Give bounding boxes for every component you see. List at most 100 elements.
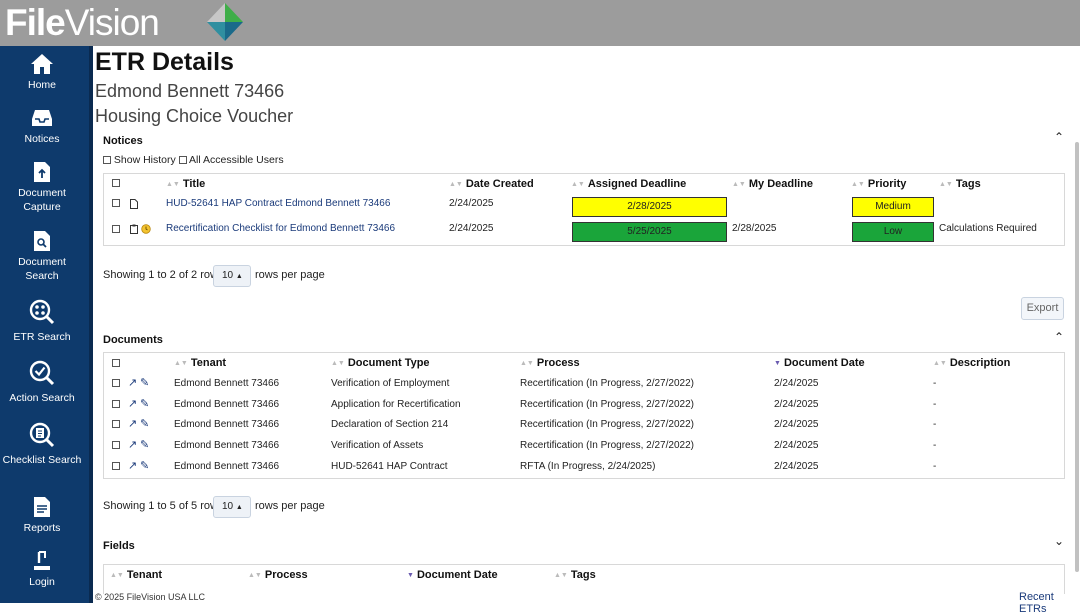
nav-notices-label: Notices — [24, 133, 60, 145]
notices-page-size-select[interactable]: 10 ▲ — [213, 265, 251, 287]
document-process: Recertification (In Progress, 2/27/2022) — [520, 419, 694, 430]
document-type: HUD-52641 HAP Contract — [331, 461, 448, 472]
recent-etrs-link[interactable]: Recent ETRs — [1019, 591, 1080, 615]
document-row-checkbox[interactable] — [112, 420, 120, 428]
open-external-icon[interactable]: ↗ — [128, 397, 137, 410]
edit-icon[interactable]: ✎ — [140, 438, 149, 451]
document-process: RFTA (In Progress, 2/24/2025) — [520, 461, 656, 472]
table-row[interactable]: ↗ ✎ Edmond Bennett 73466 Declaration of … — [104, 416, 1064, 436]
edit-icon[interactable]: ✎ — [140, 376, 149, 389]
edit-icon[interactable]: ✎ — [140, 417, 149, 430]
caret-up-icon: ▲ — [235, 273, 243, 280]
documents-select-all-checkbox[interactable] — [112, 359, 120, 367]
edit-icon[interactable]: ✎ — [140, 397, 149, 410]
documents-col-document-type[interactable]: ▲▼ Document Type — [331, 357, 430, 369]
page-scrollbar[interactable] — [1074, 128, 1080, 588]
all-users-checkbox[interactable] — [178, 156, 187, 165]
notices-col-date-created-label: Date Created — [465, 178, 534, 190]
document-row-checkbox[interactable] — [112, 400, 120, 408]
export-button[interactable]: Export — [1021, 297, 1064, 320]
brand-logo[interactable]: FileVision — [5, 1, 160, 45]
document-icon[interactable] — [130, 199, 138, 209]
document-process: Recertification (In Progress, 2/27/2022) — [520, 440, 694, 451]
notice-title-link[interactable]: HUD-52641 HAP Contract Edmond Bennett 73… — [166, 198, 390, 209]
priority-badge: Medium — [852, 197, 934, 217]
documents-page-size-select[interactable]: 10 ▲ — [213, 496, 251, 518]
sort-icon: ▲▼ — [166, 181, 180, 188]
documents-collapse-chevron-up-icon[interactable]: ⌃ — [1054, 330, 1064, 344]
document-tenant: Edmond Bennett 73466 — [174, 461, 280, 472]
table-row[interactable]: ↗ ✎ Edmond Bennett 73466 HUD-52641 HAP C… — [104, 458, 1064, 478]
document-tenant: Edmond Bennett 73466 — [174, 399, 280, 410]
open-external-icon[interactable]: ↗ — [128, 417, 137, 430]
clipboard-icon[interactable] — [130, 224, 138, 234]
notice-row-checkbox[interactable] — [112, 199, 120, 207]
notices-table: ▲▼ Title ▲▼ Date Created ▲▼ Assigned Deadli… — [103, 173, 1065, 246]
notices-collapse-chevron-up-icon[interactable]: ⌃ — [1054, 130, 1064, 144]
logo-diamond-icon — [207, 3, 243, 41]
fields-col-tags[interactable]: ▲▼ Tags — [554, 569, 596, 581]
notices-col-assigned-deadline[interactable]: ▲▼ Assigned Deadline — [571, 178, 686, 190]
open-external-icon[interactable]: ↗ — [128, 459, 137, 472]
document-row-checkbox[interactable] — [112, 441, 120, 449]
table-row[interactable]: ↗ ✎ Edmond Bennett 73466 Verification of… — [104, 437, 1064, 457]
assigned-deadline-badge: 2/28/2025 — [572, 197, 727, 217]
nav-etr-search-label: ETR Search — [13, 331, 71, 343]
document-row-checkbox[interactable] — [112, 379, 120, 387]
documents-rows-per-page: rows per page — [255, 500, 325, 512]
documents-table: ▲▼ Tenant ▲▼ Document Type ▲▼ Process ▼ Docu… — [103, 352, 1065, 479]
document-process: Recertification (In Progress, 2/27/2022) — [520, 378, 694, 389]
notice-title-link[interactable]: Recertification Checklist for Edmond Ben… — [166, 223, 395, 234]
notices-col-my-deadline-label: My Deadline — [748, 178, 814, 190]
clock-warning-icon[interactable] — [141, 224, 151, 234]
documents-col-description[interactable]: ▲▼ Description — [933, 357, 1010, 369]
sort-icon: ▲▼ — [174, 360, 188, 367]
sort-icon: ▲▼ — [248, 572, 262, 579]
documents-col-process[interactable]: ▲▼ Process — [520, 357, 580, 369]
scrollbar-thumb[interactable] — [1075, 142, 1079, 572]
checklist-search-icon — [29, 422, 55, 448]
table-row[interactable]: ↗ ✎ Edmond Bennett 73466 Application for… — [104, 396, 1064, 416]
notices-col-date-created[interactable]: ▲▼ Date Created — [449, 178, 534, 190]
notices-col-tags[interactable]: ▲▼ Tags — [939, 178, 981, 190]
fields-section-title: Fields — [103, 540, 135, 552]
nav-home[interactable]: Home — [0, 53, 84, 92]
fields-col-process-label: Process — [264, 569, 308, 581]
open-external-icon[interactable]: ↗ — [128, 438, 137, 451]
document-type: Verification of Assets — [331, 440, 424, 451]
notices-col-priority[interactable]: ▲▼ Priority — [851, 178, 906, 190]
documents-pager-text: Showing 1 to 5 of 5 rows — [103, 500, 224, 512]
show-history-checkbox[interactable] — [103, 156, 111, 165]
nav-login[interactable]: Login — [0, 550, 84, 589]
document-row-checkbox[interactable] — [112, 462, 120, 470]
fields-expand-chevron-down-icon[interactable]: ⌄ — [1054, 534, 1064, 548]
sort-icon: ▲▼ — [933, 360, 947, 367]
nav-checklist-search-label: Checklist Search — [2, 454, 82, 466]
nav-document-search[interactable]: Document Search — [0, 230, 84, 283]
fields-col-document-date[interactable]: ▼ Document Date — [407, 569, 498, 581]
nav-checklist-search[interactable]: Checklist Search — [0, 422, 84, 467]
documents-col-document-date[interactable]: ▼ Document Date — [774, 357, 865, 369]
fields-col-process[interactable]: ▲▼ Process — [248, 569, 308, 581]
documents-col-tenant[interactable]: ▲▼ Tenant — [174, 357, 226, 369]
fields-col-document-date-label: Document Date — [416, 569, 498, 581]
notices-section-title: Notices — [103, 135, 143, 147]
caret-up-icon: ▲ — [235, 504, 243, 511]
nav-reports[interactable]: Reports — [0, 496, 84, 535]
fields-col-tenant[interactable]: ▲▼ Tenant — [110, 569, 162, 581]
sort-icon: ▲▼ — [851, 181, 865, 188]
nav-reports-label: Reports — [23, 522, 61, 534]
nav-notices[interactable]: Notices — [0, 107, 84, 146]
nav-document-capture[interactable]: Document Capture — [0, 161, 84, 214]
nav-action-search[interactable]: Action Search — [0, 360, 84, 405]
document-description: - — [933, 461, 937, 472]
table-row[interactable]: ↗ ✎ Edmond Bennett 73466 Verification of… — [104, 375, 1064, 395]
documents-col-process-label: Process — [536, 357, 580, 369]
open-external-icon[interactable]: ↗ — [128, 376, 137, 389]
notice-row-checkbox[interactable] — [112, 225, 120, 233]
nav-etr-search[interactable]: ETR Search — [0, 299, 84, 344]
notices-col-my-deadline[interactable]: ▲▼ My Deadline — [732, 178, 813, 190]
notices-col-title[interactable]: ▲▼ Title — [166, 178, 205, 190]
notices-select-all-checkbox[interactable] — [112, 179, 120, 187]
edit-icon[interactable]: ✎ — [140, 459, 149, 472]
